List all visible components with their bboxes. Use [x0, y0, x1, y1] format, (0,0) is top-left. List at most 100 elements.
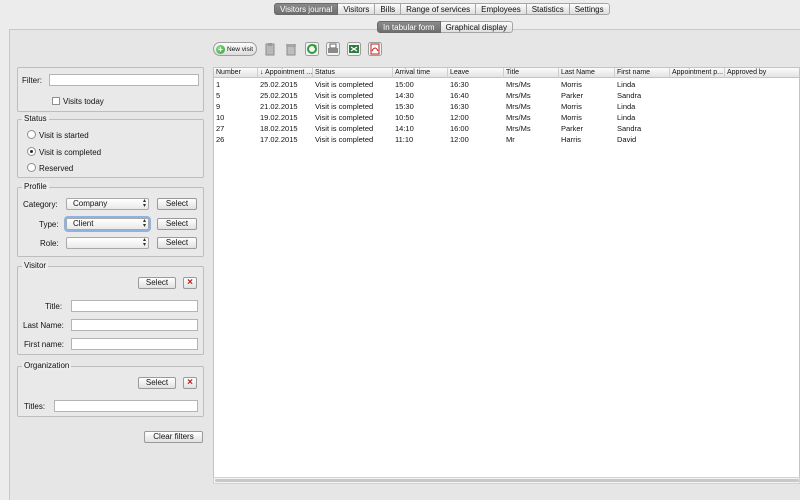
horizontal-scrollbar[interactable]: [213, 477, 800, 484]
type-select-button[interactable]: Select: [157, 218, 197, 230]
pdf-export-icon[interactable]: [368, 42, 382, 56]
table-cell: Linda: [617, 113, 636, 122]
col-title[interactable]: Title: [504, 68, 559, 78]
type-select[interactable]: Client ▴ ▾: [66, 218, 149, 230]
table-cell: [725, 112, 800, 123]
table-cell: Mrs/Ms: [506, 80, 531, 89]
status-option-reserved: Reserved: [39, 164, 74, 173]
role-select-button[interactable]: Select: [157, 237, 197, 249]
table-cell: Visit is completed: [315, 124, 374, 133]
table-cell: 5: [216, 91, 221, 100]
select-arrows-icon: ▴ ▾: [142, 218, 146, 229]
tab-graphical-display[interactable]: Graphical display: [440, 21, 513, 33]
col-arrival-time[interactable]: Arrival time: [393, 68, 448, 78]
col-status[interactable]: Status: [313, 68, 393, 78]
table-row[interactable]: 27 18.02.2015 Visit is completed 14:10 16:00…: [214, 123, 799, 134]
col-first-name[interactable]: First name: [615, 68, 670, 78]
table-cell: Morris: [561, 80, 582, 89]
visits-table: Number ↓ Appointment ... Status Arrival …: [213, 67, 800, 483]
table-cell: 19.02.2015: [260, 113, 298, 122]
table-cell: Linda: [617, 102, 636, 111]
trash-icon[interactable]: [284, 42, 298, 56]
radio-reserved[interactable]: [27, 163, 36, 172]
table-cell: 12:00: [450, 135, 469, 144]
organization-select-button[interactable]: Select: [138, 377, 176, 389]
table-cell: Mrs/Ms: [506, 91, 531, 100]
organization-group: Organization Select × Titles:: [17, 361, 204, 417]
clipboard-icon[interactable]: [263, 42, 277, 56]
type-label: Type:: [39, 220, 59, 229]
tab-settings[interactable]: Settings: [569, 3, 610, 15]
table-row[interactable]: 5 25.02.2015 Visit is completed 14:30 16:40 M…: [214, 90, 799, 101]
select-arrows-icon: ▴ ▾: [142, 198, 146, 209]
table-cell: 25.02.2015: [260, 91, 298, 100]
filter-label: Filter:: [22, 76, 42, 85]
visitor-last-name-input[interactable]: [71, 319, 198, 331]
table-cell: [670, 90, 725, 101]
table-cell: 16:30: [450, 102, 469, 111]
category-select-button[interactable]: Select: [157, 198, 197, 210]
visitor-select-button[interactable]: Select: [138, 277, 176, 289]
type-value: Client: [73, 219, 94, 228]
tab-tabular-form[interactable]: In tabular form: [377, 21, 441, 33]
print-icon[interactable]: [326, 42, 340, 56]
table-cell: 10: [216, 113, 225, 122]
category-value: Company: [73, 199, 108, 208]
organization-clear-icon[interactable]: ×: [183, 377, 197, 389]
filter-input[interactable]: [49, 74, 199, 86]
table-cell: Linda: [617, 80, 636, 89]
visitor-first-name-input[interactable]: [71, 338, 198, 350]
status-option-started: Visit is started: [39, 131, 89, 140]
excel-export-icon[interactable]: [347, 42, 361, 56]
table-cell: 15:00: [395, 80, 414, 89]
table-cell: [725, 123, 800, 134]
tab-visitors[interactable]: Visitors: [338, 3, 376, 15]
profile-title: Profile: [22, 182, 49, 191]
table-cell: [670, 101, 725, 112]
tab-statistics[interactable]: Statistics: [526, 3, 570, 15]
col-appointment-p[interactable]: Appointment p...: [670, 68, 725, 78]
table-row[interactable]: 1 25.02.2015 Visit is completed 15:00 16:30 M…: [214, 79, 799, 90]
visitor-title: Visitor: [22, 261, 49, 270]
new-visit-label: New visit: [227, 45, 254, 53]
radio-visit-started[interactable]: [27, 130, 36, 139]
radio-visit-completed[interactable]: [27, 147, 36, 156]
scrollbar-thumb[interactable]: [215, 479, 799, 482]
organization-titles-input[interactable]: [54, 400, 198, 412]
role-select[interactable]: ▴ ▾: [66, 237, 149, 249]
table-cell: [670, 112, 725, 123]
col-number[interactable]: Number: [214, 68, 258, 78]
table-row[interactable]: 9 21.02.2015 Visit is completed 15:30 16:30 M…: [214, 101, 799, 112]
refresh-icon[interactable]: [305, 42, 319, 56]
table-cell: Morris: [561, 113, 582, 122]
category-select[interactable]: Company ▴ ▾: [66, 198, 149, 210]
col-last-name[interactable]: Last Name: [559, 68, 615, 78]
tab-bills[interactable]: Bills: [375, 3, 402, 15]
table-cell: 1: [216, 80, 221, 89]
tab-range-of-services[interactable]: Range of services: [401, 3, 477, 15]
tab-visitors-journal[interactable]: Visitors journal: [274, 3, 339, 15]
table-cell: 18.02.2015: [260, 124, 298, 133]
table-cell: 21.02.2015: [260, 102, 298, 111]
visits-today-checkbox[interactable]: [52, 97, 60, 105]
table-cell: [725, 101, 800, 112]
table-row[interactable]: 10 19.02.2015 Visit is completed 10:50 12:00…: [214, 112, 799, 123]
status-group: Status Visit is started Visit is complet…: [17, 114, 204, 178]
tab-employees[interactable]: Employees: [476, 3, 527, 15]
table-row[interactable]: 26 17.02.2015 Visit is completed 11:10 12:00…: [214, 134, 799, 145]
table-cell: Mrs/Ms: [506, 124, 531, 133]
table-cell: Mrs/Ms: [506, 102, 531, 111]
organization-titles-label: Titles:: [24, 402, 46, 411]
profile-group: Profile Category: Company ▴ ▾ Select Type…: [17, 182, 204, 257]
col-leave[interactable]: Leave: [448, 68, 504, 78]
table-cell: 11:10: [395, 135, 414, 144]
col-approved-by[interactable]: Approved by: [725, 68, 800, 78]
clear-filters-button[interactable]: Clear filters: [144, 431, 203, 443]
table-cell: [670, 123, 725, 134]
new-visit-button[interactable]: + New visit: [213, 42, 257, 56]
table-cell: David: [617, 135, 637, 144]
table-header: Number ↓ Appointment ... Status Arrival …: [214, 68, 799, 78]
col-appointment[interactable]: ↓ Appointment ...: [258, 68, 313, 78]
visitor-clear-icon[interactable]: ×: [183, 277, 197, 289]
visitor-title-input[interactable]: [71, 300, 198, 312]
